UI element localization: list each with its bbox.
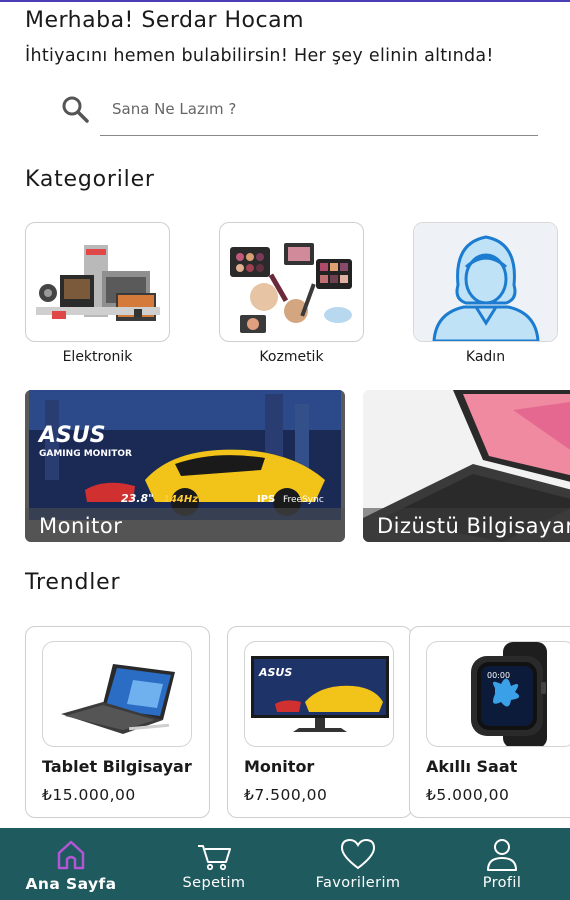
banner-laptop[interactable]: Dizüstü Bilgisayar — [363, 390, 570, 542]
product-watch-time: 00:00 — [487, 671, 510, 680]
banner-label: Monitor — [39, 514, 123, 538]
product-card-monitor[interactable]: ASUS Monitor ₺7.500,00 — [227, 626, 412, 818]
banner-carousel[interactable]: ASUS GAMING MONITOR 23.8" 144Hz IPS Free… — [25, 390, 570, 542]
category-list[interactable]: Elektronik Kozmetik Kadın — [25, 222, 570, 372]
cart-icon[interactable] — [194, 836, 234, 872]
product-image[interactable]: 00:00 — [426, 641, 570, 747]
nav-label: Favorilerim — [315, 875, 401, 891]
product-price: ₺7.500,00 — [244, 786, 328, 804]
category-electronics[interactable]: Elektronik — [25, 222, 170, 365]
product-monitor-brand: ASUS — [258, 666, 292, 679]
heart-icon[interactable] — [338, 836, 378, 872]
trend-list[interactable]: Tablet Bilgisayar ₺15.000,00 ASUS Monito… — [25, 626, 570, 820]
search-icon[interactable] — [60, 94, 90, 124]
profile-icon[interactable] — [482, 836, 522, 872]
product-price: ₺15.000,00 — [42, 786, 136, 804]
category-image-cosmetics[interactable] — [219, 222, 364, 342]
product-card-smartwatch[interactable]: 00:00 Akıllı Saat ₺5.000,00 — [409, 626, 570, 818]
product-name: Akıllı Saat — [426, 757, 518, 776]
banner-label: Dizüstü Bilgisayar — [377, 514, 570, 538]
nav-label: Ana Sayfa — [25, 875, 117, 893]
banner-monitor-subbrand: GAMING MONITOR — [39, 449, 132, 459]
product-name: Tablet Bilgisayar — [42, 757, 192, 776]
search-input[interactable] — [112, 94, 532, 124]
banner-monitor-brand: ASUS — [37, 423, 106, 448]
categories-title: Kategoriler — [25, 167, 155, 192]
banner-monitor-hz: 144Hz — [163, 494, 198, 505]
nav-profile[interactable]: Profil — [462, 828, 542, 900]
nav-home[interactable]: Ana Sayfa — [18, 828, 124, 900]
category-label: Kadın — [465, 349, 506, 365]
banner-monitor-sync: FreeSync — [283, 495, 324, 505]
top-accent-line — [0, 0, 570, 2]
category-label: Kozmetik — [259, 349, 324, 365]
product-card-tablet[interactable]: Tablet Bilgisayar ₺15.000,00 — [25, 626, 210, 818]
nav-favorites[interactable]: Favorilerim — [300, 828, 416, 900]
product-image[interactable]: ASUS — [244, 641, 394, 747]
banner-monitor-size: 23.8" — [121, 492, 154, 505]
category-cosmetics[interactable]: Kozmetik — [219, 222, 364, 365]
product-name: Monitor — [244, 757, 315, 776]
bottom-navigation: Ana Sayfa Sepetim Favorilerim Profil — [0, 828, 570, 900]
nav-cart[interactable]: Sepetim — [168, 828, 260, 900]
category-image-electronics[interactable] — [25, 222, 170, 342]
search-underline — [100, 135, 538, 136]
home-icon[interactable] — [51, 836, 91, 872]
trends-title: Trendler — [25, 570, 121, 595]
banner-monitor-ips: IPS — [257, 494, 275, 505]
greeting-title: Merhaba! Serdar Hocam — [25, 8, 305, 33]
product-price: ₺5.000,00 — [426, 786, 510, 804]
nav-label: Sepetim — [182, 875, 246, 891]
search-bar[interactable] — [60, 88, 540, 138]
category-image-women[interactable] — [413, 222, 558, 342]
banner-monitor[interactable]: ASUS GAMING MONITOR 23.8" 144Hz IPS Free… — [25, 390, 345, 542]
category-women[interactable]: Kadın — [413, 222, 558, 365]
category-label: Elektronik — [62, 349, 133, 365]
greeting-subtitle: İhtiyacını hemen bulabilirsin! Her şey e… — [25, 46, 494, 66]
product-image[interactable] — [42, 641, 192, 747]
nav-label: Profil — [482, 875, 522, 891]
